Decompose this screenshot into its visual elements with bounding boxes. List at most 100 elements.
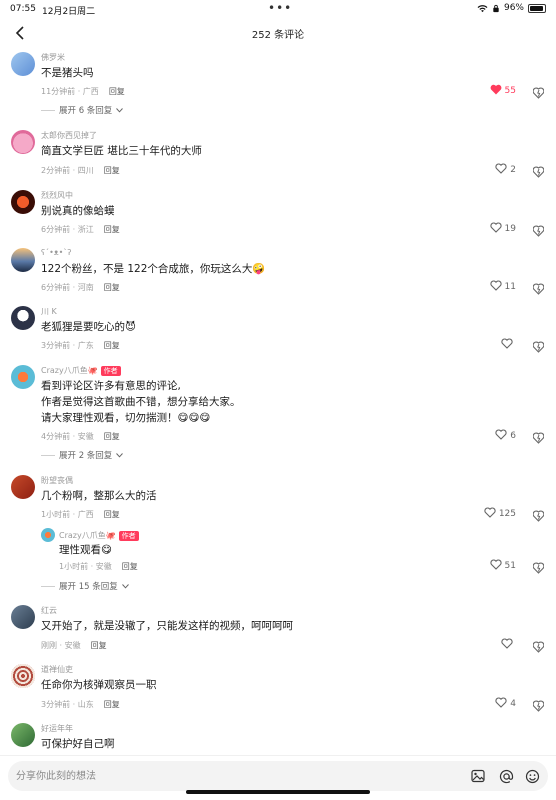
status-right: 96% (477, 3, 546, 13)
like-button[interactable] (501, 338, 516, 352)
heart-icon (495, 429, 507, 443)
heart-icon (501, 338, 513, 352)
like-button[interactable]: 55 (490, 84, 516, 98)
comment-username[interactable]: ʕ´•ᴥ•`ʔ (41, 248, 71, 257)
divider (41, 109, 55, 111)
reply-meta: 1小时前 · 安徽 回复 (59, 562, 138, 571)
chevron-down-icon (116, 107, 124, 113)
like-count: 11 (504, 282, 516, 292)
heart-icon (484, 507, 496, 521)
avatar[interactable] (11, 664, 35, 688)
like-button[interactable]: 6 (495, 429, 516, 443)
avatar[interactable] (11, 605, 35, 629)
comment-meta: 11分钟前 · 广西 回复 (41, 87, 125, 96)
battery-fill (530, 5, 543, 11)
avatar[interactable] (11, 475, 35, 499)
header: 252 条评论 (0, 18, 556, 48)
comment-text: 简直文学巨匠 堪比三十年代的大师 (41, 145, 202, 157)
status-bar: 07:55 12月2日周二 ••• 96% (0, 0, 556, 18)
comment-meta: 6分钟前 · 河南 回复 (41, 283, 120, 292)
comment-username[interactable]: 道禅仙吏 (41, 664, 73, 675)
comment-text: 又开始了，就是没辙了，只能发这样的视频，呵呵呵呵 (41, 620, 293, 632)
comment-username[interactable]: 好运年年 (41, 723, 73, 734)
comment-username[interactable]: Crazy八爪鱼🐙 作者 (41, 365, 121, 376)
like-count: 2 (510, 165, 516, 175)
reply-button[interactable]: 回复 (122, 562, 138, 571)
reply-button[interactable]: 回复 (104, 341, 120, 350)
avatar[interactable] (11, 190, 35, 214)
reply-button[interactable]: 回复 (104, 700, 120, 709)
comment-meta: 3分钟前 · 广东 回复 (41, 341, 120, 350)
avatar[interactable] (11, 52, 35, 76)
comment-input-box[interactable] (8, 761, 548, 791)
avatar[interactable] (11, 248, 35, 272)
divider (41, 454, 55, 456)
comment-text: 作者是觉得这首歌曲不错，想分享给大家。 (41, 396, 241, 408)
comment-text: 几个粉啊，整那么大的活 (41, 490, 157, 502)
like-button[interactable]: 2 (495, 163, 516, 177)
reply-button[interactable]: 回复 (104, 225, 120, 234)
like-button[interactable]: 11 (489, 280, 516, 294)
heart-icon (495, 163, 507, 177)
comment-username[interactable]: 太郎你西见掉了 (41, 130, 97, 141)
like-button[interactable]: 51 (489, 559, 516, 573)
author-badge: 作者 (118, 530, 139, 541)
home-indicator[interactable] (186, 790, 370, 794)
comment-username[interactable]: 烈烈风中 (41, 190, 73, 201)
reply-button[interactable]: 回复 (109, 87, 125, 96)
comment-username[interactable]: 佛罗米 (41, 52, 65, 63)
dislike-icon[interactable] (532, 638, 545, 657)
like-button[interactable] (501, 638, 516, 652)
dislike-icon[interactable] (532, 84, 545, 103)
reply-button[interactable]: 回复 (91, 641, 107, 650)
avatar[interactable] (11, 723, 35, 747)
expand-replies-button[interactable]: 展开 6 条回复 (41, 104, 124, 116)
divider (41, 585, 55, 587)
comment-meta: 1小时前 · 广西 回复 (41, 510, 120, 519)
comment-meta: 4分钟前 · 安徽 回复 (41, 432, 120, 441)
expand-replies-button[interactable]: 展开 15 条回复 (41, 580, 129, 592)
dislike-icon[interactable] (532, 280, 545, 299)
avatar[interactable] (11, 130, 35, 154)
like-button[interactable]: 4 (495, 697, 516, 711)
reply-button[interactable]: 回复 (104, 166, 120, 175)
dislike-icon[interactable] (532, 163, 545, 182)
dislike-icon[interactable] (532, 222, 545, 241)
comment-username[interactable]: 红云 (41, 605, 57, 616)
comment-input[interactable] (16, 761, 456, 791)
dislike-icon[interactable] (532, 429, 545, 448)
multitask-dots-icon[interactable]: ••• (268, 1, 292, 15)
reply-button[interactable]: 回复 (104, 283, 120, 292)
dislike-icon[interactable] (532, 338, 545, 357)
lock-icon (493, 4, 499, 12)
reply-button[interactable]: 回复 (104, 432, 120, 441)
dislike-icon[interactable] (532, 507, 545, 526)
battery-percent: 96% (503, 3, 524, 13)
comment-text: 不是猪头吗 (41, 67, 94, 79)
status-time: 07:55 (10, 4, 36, 14)
reply-button[interactable]: 回复 (104, 510, 120, 519)
battery-icon (528, 3, 546, 13)
reply-username[interactable]: Crazy八爪鱼🐙 作者 (59, 530, 139, 541)
comment-text: 老狐狸是要吃心的😈 (41, 321, 136, 333)
comment-username[interactable]: 川 K (41, 306, 57, 317)
comment-username[interactable]: 盼望丧偶 (41, 475, 73, 486)
avatar[interactable] (11, 365, 35, 389)
chevron-down-icon (116, 452, 124, 458)
comment-text: 可保护好自己啊 (41, 738, 115, 750)
status-date: 12月2日周二 (42, 7, 96, 17)
dislike-icon[interactable] (532, 559, 545, 578)
avatar[interactable] (11, 306, 35, 330)
image-icon[interactable] (470, 768, 486, 784)
expand-replies-button[interactable]: 展开 2 条回复 (41, 449, 124, 461)
at-icon[interactable] (498, 768, 514, 784)
like-count: 6 (510, 431, 516, 441)
like-button[interactable]: 19 (489, 222, 516, 236)
like-count: 19 (504, 224, 516, 234)
like-button[interactable]: 125 (484, 507, 516, 521)
avatar[interactable] (41, 528, 55, 542)
like-count: 55 (504, 86, 516, 96)
dislike-icon[interactable] (532, 697, 545, 716)
emoji-icon[interactable] (524, 768, 540, 784)
comment-text: 看到评论区许多有意思的评论, (41, 380, 181, 392)
